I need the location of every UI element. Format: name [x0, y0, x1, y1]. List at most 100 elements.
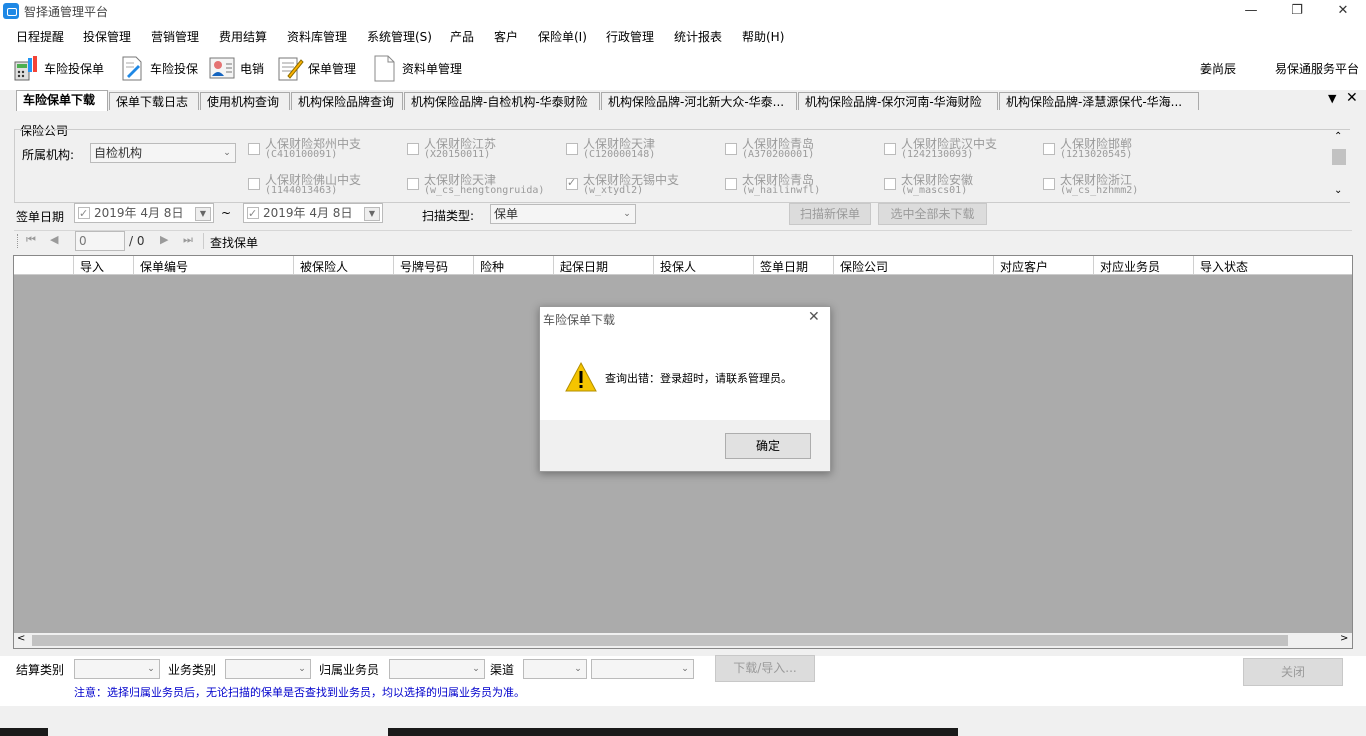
channel-select[interactable]: ⌄: [523, 659, 587, 679]
date-from-checkbox[interactable]: [78, 205, 90, 223]
column-header-import[interactable]: 导入: [80, 258, 104, 275]
company-code: (1242130093): [901, 149, 974, 160]
download-import-button[interactable]: 下载/导入...: [715, 655, 815, 682]
tab-brand-hebei[interactable]: 机构保险品牌-河北新大众-华泰...: [601, 92, 797, 110]
company-list-scrollbar[interactable]: ⌃ ⌄: [1331, 131, 1348, 201]
select-all-undownloaded-button[interactable]: 选中全部未下载: [878, 203, 987, 225]
contact-card-icon: [208, 54, 236, 82]
date-from-picker[interactable]: 2019年 4月 8日 ▼: [74, 203, 214, 223]
menu-item-fees[interactable]: 费用结算: [219, 28, 267, 45]
menu-item-insure[interactable]: 投保管理: [83, 28, 131, 45]
tab-list-dropdown-icon[interactable]: ▼: [1328, 92, 1336, 105]
dialog-ok-button[interactable]: 确定: [725, 433, 811, 459]
company-checkbox-checked[interactable]: [566, 176, 578, 190]
menu-item-library[interactable]: 资料库管理: [287, 28, 347, 45]
page-number-input[interactable]: 0: [75, 231, 125, 251]
business-type-select[interactable]: ⌄: [225, 659, 311, 679]
menu-item-system[interactable]: 系统管理(S): [367, 28, 432, 45]
column-header-customer[interactable]: 对应客户: [1000, 258, 1048, 275]
last-page-icon[interactable]: ⏭: [183, 233, 193, 247]
tab-brand-self-check[interactable]: 机构保险品牌-自检机构-华泰财险: [404, 92, 600, 110]
chevron-down-icon: ⌄: [574, 664, 582, 674]
company-checkbox[interactable]: [725, 143, 737, 155]
company-checkbox[interactable]: [407, 178, 419, 190]
company-code: (C410100091): [265, 149, 338, 160]
prev-page-icon[interactable]: ◀: [50, 233, 58, 246]
company-checkbox[interactable]: [566, 143, 578, 155]
salesman-select[interactable]: ⌄: [389, 659, 485, 679]
tab-close-icon[interactable]: ✕: [1346, 90, 1358, 106]
dialog-close-icon[interactable]: ✕: [808, 309, 820, 325]
chevron-right-icon[interactable]: >: [1340, 633, 1348, 644]
document-management-button[interactable]: 资料单管理: [370, 52, 462, 84]
company-checkbox[interactable]: [884, 178, 896, 190]
date-to-picker[interactable]: 2019年 4月 8日 ▼: [243, 203, 383, 223]
menu-item-customer[interactable]: 客户: [494, 28, 518, 45]
company-checkbox[interactable]: [884, 143, 896, 155]
telesales-button[interactable]: 电销: [208, 52, 264, 84]
column-header-applicant[interactable]: 投保人: [660, 258, 696, 275]
company-checkbox[interactable]: [248, 178, 260, 190]
column-header-salesman[interactable]: 对应业务员: [1100, 258, 1160, 275]
column-header-coverage[interactable]: 险种: [480, 258, 504, 275]
column-header-insured[interactable]: 被保险人: [300, 258, 348, 275]
company-checkbox[interactable]: [1043, 143, 1055, 155]
date-to-value: 2019年 4月 8日: [263, 206, 353, 220]
tab-brand-baoer[interactable]: 机构保险品牌-保尔河南-华海财险: [798, 92, 998, 110]
scan-type-select[interactable]: 保单 ⌄: [490, 204, 636, 224]
column-header-company[interactable]: 保险公司: [840, 258, 888, 275]
column-header-sign-date[interactable]: 签单日期: [760, 258, 808, 275]
close-icon[interactable]: ✕: [1320, 0, 1366, 22]
tab-download-log[interactable]: 保单下载日志: [109, 92, 199, 110]
menu-item-reports[interactable]: 统计报表: [674, 28, 722, 45]
chevron-up-icon[interactable]: ⌃: [1334, 131, 1342, 142]
column-header-import-status[interactable]: 导入状态: [1200, 258, 1248, 275]
column-header-policy-no[interactable]: 保单编号: [140, 258, 188, 275]
date-to-checkbox[interactable]: [247, 205, 259, 223]
company-checkbox[interactable]: [725, 178, 737, 190]
grid-horizontal-scrollbar[interactable]: < >: [14, 633, 1352, 648]
scrollbar-thumb[interactable]: [32, 635, 1288, 646]
vehicle-proposal-button[interactable]: 车险投保单: [12, 52, 104, 84]
minimize-icon[interactable]: —: [1228, 0, 1274, 22]
menu-item-policy[interactable]: 保险单(I): [538, 28, 587, 45]
tab-brand-query[interactable]: 机构保险品牌查询: [291, 92, 403, 110]
tab-brand-zehuiyuan[interactable]: 机构保险品牌-泽慧源保代-华海...: [999, 92, 1199, 110]
next-page-icon[interactable]: ▶: [160, 233, 168, 246]
scan-new-policy-button[interactable]: 扫描新保单: [789, 203, 871, 225]
find-policy-button[interactable]: 查找保单: [210, 234, 258, 251]
restore-icon[interactable]: ❐: [1274, 0, 1320, 22]
app-logo-icon: [3, 3, 19, 19]
taskbar-tray: [958, 728, 1366, 736]
chevron-down-icon: ⌄: [681, 664, 689, 674]
close-button[interactable]: 关闭: [1243, 658, 1343, 686]
service-platform-link[interactable]: 易保通服务平台: [1275, 60, 1359, 77]
company-checkbox[interactable]: [248, 143, 260, 155]
chevron-left-icon[interactable]: <: [17, 633, 25, 644]
scrollbar-thumb[interactable]: [1332, 149, 1346, 165]
first-page-icon[interactable]: ⏮: [26, 233, 36, 247]
menu-item-marketing[interactable]: 营销管理: [151, 28, 199, 45]
org-select[interactable]: 自检机构 ⌄: [90, 143, 236, 163]
calendar-dropdown-icon[interactable]: ▼: [364, 207, 380, 221]
menu-item-help[interactable]: 帮助(H): [742, 28, 784, 45]
calendar-dropdown-icon[interactable]: ▼: [195, 207, 211, 221]
company-code: (w_hailinwfl): [742, 185, 821, 196]
vehicle-insure-button[interactable]: 车险投保: [118, 52, 198, 84]
column-header-start-date[interactable]: 起保日期: [560, 258, 608, 275]
company-checkbox[interactable]: [1043, 178, 1055, 190]
tab-vehicle-download[interactable]: 车险保单下载: [16, 90, 108, 111]
menu-item-product[interactable]: 产品: [450, 28, 474, 45]
policy-management-button[interactable]: 保单管理: [276, 52, 356, 84]
menu-item-admin[interactable]: 行政管理: [606, 28, 654, 45]
toolbar-label: 资料单管理: [402, 61, 463, 76]
calculator-icon: [12, 54, 40, 82]
chevron-down-icon[interactable]: ⌄: [1334, 185, 1342, 196]
channel-sub-select[interactable]: ⌄: [591, 659, 694, 679]
tab-org-query[interactable]: 使用机构查询: [200, 92, 290, 110]
company-checkbox[interactable]: [407, 143, 419, 155]
menu-item-schedule[interactable]: 日程提醒: [16, 28, 64, 45]
settle-type-select[interactable]: ⌄: [74, 659, 160, 679]
org-label: 所属机构:: [22, 148, 75, 162]
column-header-plate[interactable]: 号牌号码: [400, 258, 448, 275]
